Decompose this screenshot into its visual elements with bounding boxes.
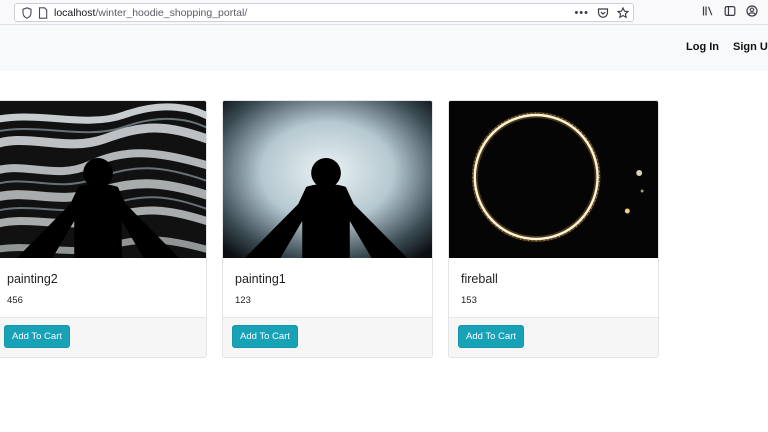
product-title: painting1 xyxy=(235,272,286,286)
card-footer: Add To Cart xyxy=(0,317,206,357)
add-to-cart-button[interactable]: Add To Cart xyxy=(232,325,298,348)
card-footer: Add To Cart xyxy=(223,317,432,357)
star-icon[interactable] xyxy=(617,7,629,19)
product-image[interactable] xyxy=(449,101,658,258)
product-price: 123 xyxy=(235,295,251,306)
pocket-icon[interactable] xyxy=(597,7,609,19)
library-icon[interactable] xyxy=(702,5,714,17)
site-navbar: Log In Sign Up xyxy=(0,25,768,71)
shield-icon[interactable] xyxy=(22,7,32,19)
product-title: painting2 xyxy=(7,272,58,286)
add-to-cart-button[interactable]: Add To Cart xyxy=(458,325,524,348)
more-actions-icon[interactable]: ••• xyxy=(574,7,589,19)
product-image[interactable] xyxy=(0,101,206,258)
signup-link[interactable]: Sign Up xyxy=(733,41,768,53)
product-card: fireball 153 Add To Cart xyxy=(448,100,659,358)
url-text[interactable]: localhost/winter_hoodie_shopping_portal/ xyxy=(54,7,247,20)
login-link[interactable]: Log In xyxy=(686,41,719,53)
product-price: 456 xyxy=(7,295,23,306)
url-host: localhost xyxy=(54,7,96,19)
page-icon[interactable] xyxy=(38,7,48,19)
product-card: painting2 456 Add To Cart xyxy=(0,100,207,358)
account-icon[interactable] xyxy=(746,5,758,17)
browser-tools xyxy=(702,5,758,17)
product-title: fireball xyxy=(461,272,498,286)
sidebar-icon[interactable] xyxy=(724,5,736,17)
add-to-cart-button[interactable]: Add To Cart xyxy=(4,325,70,348)
product-price: 153 xyxy=(461,295,477,306)
url-actions: ••• xyxy=(574,6,629,20)
product-image[interactable] xyxy=(223,101,432,258)
product-card: painting1 123 Add To Cart xyxy=(222,100,433,358)
address-bar[interactable]: localhost/winter_hoodie_shopping_portal/… xyxy=(14,3,634,22)
browser-toolbar: localhost/winter_hoodie_shopping_portal/… xyxy=(0,0,768,25)
card-footer: Add To Cart xyxy=(449,317,658,357)
url-path: /winter_hoodie_shopping_portal/ xyxy=(95,7,248,19)
